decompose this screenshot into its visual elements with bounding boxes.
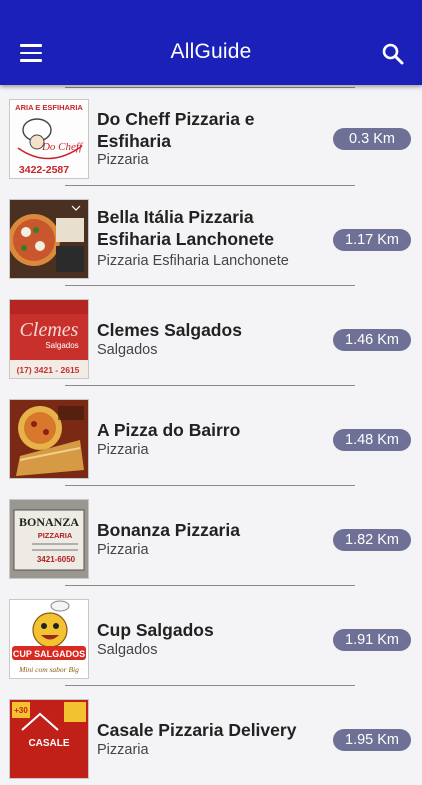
place-category: Salgados: [97, 342, 158, 358]
place-thumbnail: CUP SALGADOS Mini com sabor Big: [9, 599, 89, 679]
place-name: Bella Itália Pizzaria Esfiharia Lanchone…: [97, 207, 274, 249]
place-thumbnail: +30 CASALE: [9, 699, 89, 779]
distance-badge: 1.17 Km: [333, 229, 411, 251]
place-name: A Pizza do Bairro: [97, 420, 241, 440]
divider: [65, 385, 355, 386]
app-bar: AllGuide: [0, 0, 422, 85]
thumb-text: Clemes: [20, 319, 79, 341]
place-category: Pizzaria: [97, 152, 149, 168]
place-thumbnail: [9, 399, 89, 479]
thumb-text: 3421-6050: [37, 555, 76, 564]
place-thumbnail: ARIA E ESFIHARIA Do Cheff 3422-2587: [9, 99, 89, 179]
place-thumbnail: BONANZA PIZZARIA 3421-6050: [9, 499, 89, 579]
place-name: Bonanza Pizzaria: [97, 520, 240, 540]
place-thumbnail: Clemes Salgados (17) 3421 - 2615: [9, 299, 89, 379]
thumb-text: BONANZA: [19, 515, 79, 529]
divider: [65, 87, 355, 88]
distance-badge: 0.3 Km: [333, 128, 411, 150]
place-category: Pizzaria: [97, 742, 149, 758]
places-list: ARIA E ESFIHARIA Do Cheff 3422-2587 Do C…: [0, 85, 422, 785]
list-item[interactable]: A Pizza do Bairro Pizzaria 1.48 Km: [0, 385, 422, 485]
place-category: Salgados: [97, 642, 158, 658]
list-item[interactable]: ARIA E ESFIHARIA Do Cheff 3422-2587 Do C…: [0, 85, 422, 185]
divider: [65, 485, 355, 486]
thumb-text: CASALE: [28, 738, 69, 749]
place-category: Pizzaria Esfiharia Lanchonete: [97, 253, 289, 269]
thumb-text: 3422-2587: [19, 164, 69, 176]
thumb-text: Mini com sabor Big: [18, 665, 79, 674]
divider: [65, 285, 355, 286]
place-name: Cup Salgados: [97, 620, 214, 640]
thumb-text: ARIA E ESFIHARIA: [15, 103, 83, 112]
thumb-text: Salgados: [45, 341, 78, 350]
place-name: Do Cheff Pizzaria e Esfiharia: [97, 109, 255, 151]
place-category: Pizzaria: [97, 442, 149, 458]
app-title: AllGuide: [170, 40, 252, 63]
thumb-text: (17) 3421 - 2615: [17, 365, 80, 375]
thumb-text: +30: [14, 706, 28, 715]
thumb-text: Do Cheff: [41, 141, 84, 153]
thumb-text: PIZZARIA: [38, 531, 73, 540]
place-name: Casale Pizzaria Delivery: [97, 720, 297, 740]
divider: [65, 185, 355, 186]
list-item[interactable]: Bella Itália Pizzaria Esfiharia Lanchone…: [0, 185, 422, 285]
list-item[interactable]: CUP SALGADOS Mini com sabor Big Cup Salg…: [0, 585, 422, 685]
distance-badge: 1.82 Km: [333, 529, 411, 551]
list-item[interactable]: +30 CASALE Casale Pizzaria Delivery Pizz…: [0, 685, 422, 785]
distance-badge: 1.91 Km: [333, 629, 411, 651]
divider: [65, 585, 355, 586]
place-name: Clemes Salgados: [97, 320, 242, 340]
search-icon[interactable]: [381, 42, 405, 66]
distance-badge: 1.48 Km: [333, 429, 411, 451]
thumb-text: CUP SALGADOS: [13, 649, 85, 659]
distance-badge: 1.95 Km: [333, 729, 411, 751]
place-thumbnail: [9, 199, 89, 279]
list-item[interactable]: BONANZA PIZZARIA 3421-6050 Bonanza Pizza…: [0, 485, 422, 585]
distance-badge: 1.46 Km: [333, 329, 411, 351]
list-item[interactable]: Clemes Salgados (17) 3421 - 2615 Clemes …: [0, 285, 422, 385]
place-category: Pizzaria: [97, 542, 149, 558]
divider: [65, 685, 355, 686]
